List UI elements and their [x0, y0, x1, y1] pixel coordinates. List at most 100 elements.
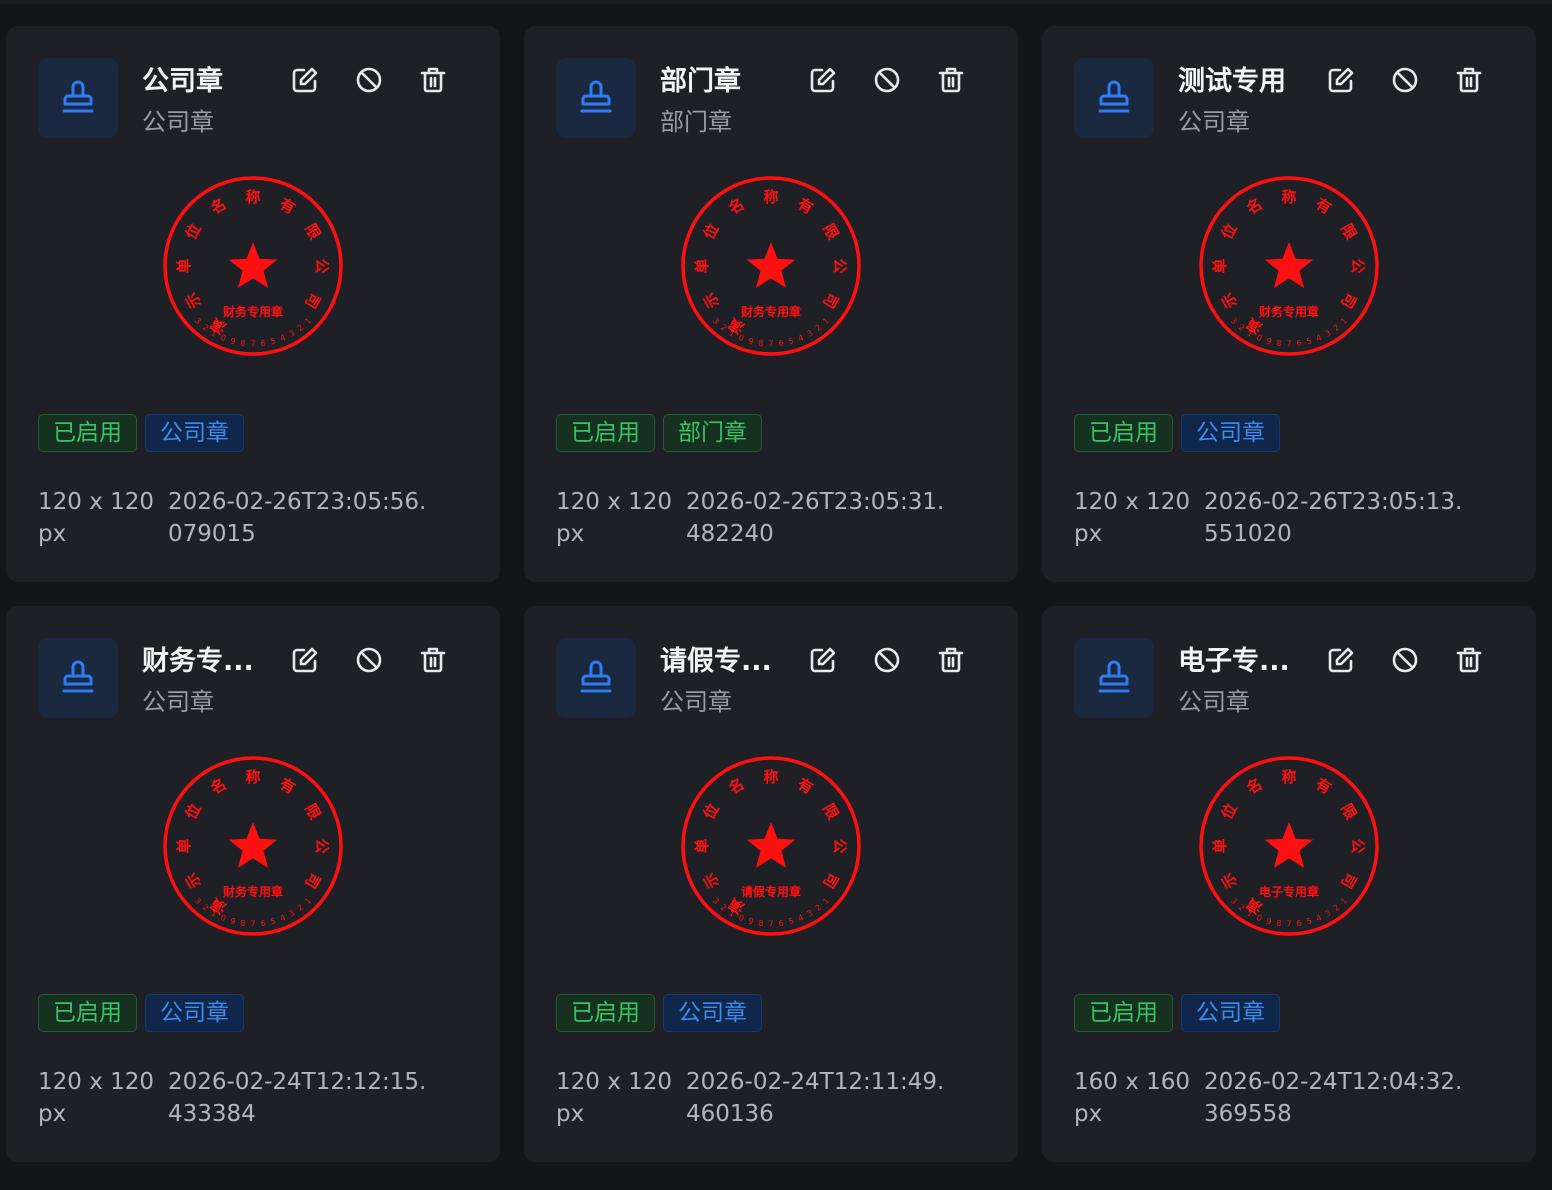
seal-number-char: 1 — [303, 316, 313, 326]
disable-button[interactable] — [1389, 66, 1421, 98]
seal-arc-char: 称 — [245, 768, 260, 786]
seal-grid: 公司章 公司章 演 示 单 位 名 称 有 限 公 司 财务专用章 1 2 3 … — [6, 26, 1536, 1162]
seal-number-char: 6 — [778, 919, 784, 929]
status-tag: 已启用 — [38, 414, 137, 452]
disable-button[interactable] — [353, 66, 385, 98]
delete-button[interactable] — [1453, 66, 1485, 98]
size-text: 120 x 120 px — [38, 1069, 155, 1127]
size-text: 160 x 160 px — [1074, 1069, 1191, 1127]
seal-arc-char: 名 — [725, 775, 747, 798]
delete-button[interactable] — [935, 646, 967, 678]
trash-icon — [938, 66, 964, 98]
seal-card-2[interactable]: 部门章 部门章 演 示 单 位 名 称 有 限 公 司 财务专用章 1 2 3 … — [524, 26, 1018, 582]
ban-icon — [1391, 646, 1419, 678]
stamp-icon — [60, 77, 96, 119]
edit-button[interactable] — [807, 646, 839, 678]
seal-preview-image: 演示单位名称有限公司 财务专用章 1234567890123 — [679, 174, 863, 358]
seal-preview-image: 演示单位名称有限公司 财务专用章 1234567890123 — [161, 174, 345, 358]
disable-button[interactable] — [871, 66, 903, 98]
seal-number-char: 7 — [768, 340, 773, 349]
seal-card-3[interactable]: 测试专用 公司章 演 示 单 位 名 称 有 限 公 司 财务专用章 1 2 3… — [1042, 26, 1536, 582]
seal-number-char: 4 — [279, 333, 287, 343]
edit-icon — [1327, 66, 1355, 98]
seal-number-char: 6 — [1296, 919, 1302, 929]
seal-card-4[interactable]: 财务专... 公司章 演 示 单 位 名 称 有 限 公 司 财务专用章 1 2… — [6, 606, 500, 1162]
edit-button[interactable] — [807, 66, 839, 98]
seal-number-char: 4 — [1315, 333, 1323, 343]
seal-label-text: 请假专用章 — [741, 884, 801, 899]
trash-icon — [1456, 646, 1482, 678]
seal-number-char: 3 — [288, 328, 297, 338]
trash-icon — [1456, 66, 1482, 98]
seal-arc-char: 限 — [819, 220, 842, 242]
seal-number-char: 5 — [270, 336, 277, 346]
seal-number-char: 3 — [288, 908, 297, 918]
type-tag: 公司章 — [145, 414, 244, 452]
seal-subtitle: 公司章 — [1178, 108, 1250, 136]
type-tag: 公司章 — [1181, 414, 1280, 452]
seal-arc-char: 有 — [1312, 775, 1334, 798]
seal-avatar — [1074, 638, 1154, 718]
seal-label-text: 财务专用章 — [222, 304, 283, 319]
ban-icon — [355, 646, 383, 678]
star-icon — [228, 822, 278, 868]
seal-arc-char: 限 — [1337, 220, 1360, 242]
seal-card-6[interactable]: 电子专... 公司章 演 示 单 位 名 称 有 限 公 司 电子专用章 1 2… — [1042, 606, 1536, 1162]
seal-number-char: 3 — [806, 908, 815, 918]
seal-number-char: 2 — [296, 323, 306, 333]
seal-number-char: 3 — [1324, 328, 1333, 338]
seal-arc-char: 单 — [693, 838, 711, 853]
seal-number-char: 3 — [806, 328, 815, 338]
type-tag: 公司章 — [663, 994, 762, 1032]
size-text: 120 x 120 px — [556, 1069, 673, 1127]
seal-arc-char: 位 — [700, 220, 723, 242]
edit-button[interactable] — [289, 646, 321, 678]
seal-number-char: 2 — [1332, 323, 1342, 333]
seal-subtitle: 公司章 — [660, 688, 732, 716]
seal-arc-char: 示 — [1218, 289, 1241, 311]
seal-number-char: 4 — [797, 333, 805, 343]
seal-arc-char: 示 — [182, 869, 205, 891]
seal-avatar — [38, 638, 118, 718]
status-tag: 已启用 — [1074, 414, 1173, 452]
seal-number-char: 8 — [240, 339, 246, 349]
seal-arc-char: 位 — [1218, 800, 1241, 822]
disable-button[interactable] — [871, 646, 903, 678]
seal-arc-char: 限 — [301, 220, 324, 242]
seal-subtitle: 公司章 — [1178, 688, 1250, 716]
seal-number-char: 7 — [250, 340, 255, 349]
stamp-icon — [1096, 657, 1132, 699]
seal-number-char: 7 — [250, 920, 255, 929]
seal-number-char: 8 — [758, 339, 764, 349]
seal-number-char: 1 — [1339, 896, 1349, 906]
disable-button[interactable] — [353, 646, 385, 678]
ban-icon — [873, 646, 901, 678]
status-tag: 已启用 — [556, 414, 655, 452]
seal-number-char: 2 — [814, 903, 824, 913]
seal-number-char: 8 — [1276, 919, 1282, 929]
delete-button[interactable] — [1453, 646, 1485, 678]
star-icon — [746, 242, 796, 288]
seal-card-5[interactable]: 请假专... 公司章 演 示 单 位 名 称 有 限 公 司 请假专用章 1 2… — [524, 606, 1018, 1162]
delete-button[interactable] — [935, 66, 967, 98]
tag-group: 已启用 公司章 — [1074, 414, 1280, 452]
seal-arc-char: 位 — [1218, 220, 1241, 242]
seal-arc-char: 有 — [794, 195, 816, 218]
seal-arc-char: 公 — [1349, 258, 1367, 273]
seal-arc-char: 位 — [700, 800, 723, 822]
delete-button[interactable] — [417, 66, 449, 98]
seal-arc-char: 限 — [1337, 800, 1360, 822]
seal-number-char: 9 — [1265, 916, 1272, 926]
disable-button[interactable] — [1389, 646, 1421, 678]
edit-icon — [1327, 646, 1355, 678]
seal-arc-char: 有 — [276, 775, 298, 798]
edit-button[interactable] — [1325, 646, 1357, 678]
edit-button[interactable] — [1325, 66, 1357, 98]
seal-number-char: 8 — [1276, 339, 1282, 349]
seal-arc-char: 公 — [831, 838, 849, 853]
edit-button[interactable] — [289, 66, 321, 98]
star-icon — [746, 822, 796, 868]
tag-group: 已启用 公司章 — [38, 414, 244, 452]
seal-card-1[interactable]: 公司章 公司章 演 示 单 位 名 称 有 限 公 司 财务专用章 1 2 3 … — [6, 26, 500, 582]
delete-button[interactable] — [417, 646, 449, 678]
